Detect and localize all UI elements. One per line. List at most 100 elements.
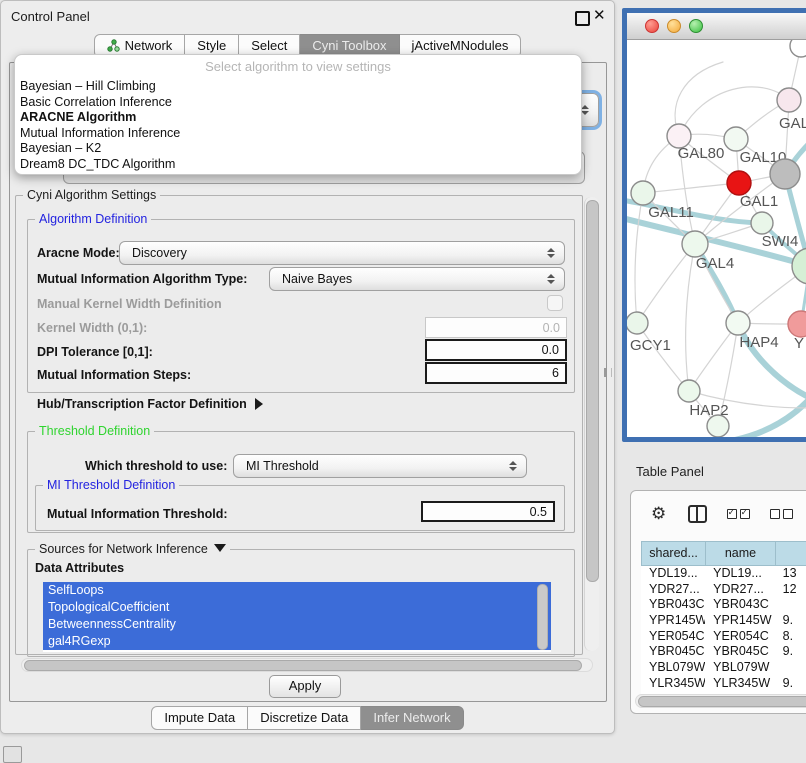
table-cell: YBR045C bbox=[641, 644, 705, 660]
aracne-mode-label: Aracne Mode: bbox=[37, 246, 120, 260]
table-cell: YLR345W bbox=[705, 676, 775, 692]
node-table: shared...name YDL19...YDL19...13YDR27...… bbox=[641, 541, 806, 707]
attribute-item-gal4rgexp[interactable]: gal4RGexp bbox=[43, 633, 551, 650]
table-row[interactable]: YPR145WYPR145W9. bbox=[641, 613, 806, 629]
network-node-hap2[interactable] bbox=[678, 380, 700, 402]
table-row[interactable]: YBR045CYBR045C9. bbox=[641, 644, 806, 660]
close-icon[interactable]: ✕ bbox=[593, 6, 606, 24]
table-cell: YBL079W bbox=[641, 660, 705, 676]
table-row[interactable]: YBL079WYBL079W bbox=[641, 660, 806, 676]
mi-threshold-field[interactable] bbox=[421, 501, 555, 522]
algorithm-definition-title: Algorithm Definition bbox=[35, 212, 151, 226]
attribute-item-betweennesscentrality[interactable]: BetweennessCentrality bbox=[43, 616, 551, 633]
column-header-2[interactable] bbox=[775, 542, 806, 565]
which-threshold-combobox[interactable]: MI Threshold bbox=[233, 454, 527, 478]
network-node-gal11[interactable] bbox=[631, 181, 655, 205]
network-node[interactable] bbox=[707, 415, 729, 437]
kernel-width-field[interactable] bbox=[425, 317, 567, 338]
data-attributes-list[interactable]: SelfLoopsTopologicalCoefficientBetweenne… bbox=[43, 582, 551, 652]
tab-discretize-data[interactable]: Discretize Data bbox=[248, 706, 361, 730]
minimize-traffic-light-icon[interactable] bbox=[667, 19, 681, 33]
network-node-gal1[interactable] bbox=[727, 171, 751, 195]
algorithm-option-bayesian-k2[interactable]: Bayesian – K2 bbox=[15, 141, 581, 157]
threshold-definition-title: Threshold Definition bbox=[35, 424, 154, 438]
gear-icon[interactable]: ⚙ bbox=[651, 504, 666, 524]
algorithm-option-aracne-algorithm[interactable]: ARACNE Algorithm bbox=[15, 110, 581, 126]
expand-right-icon bbox=[255, 398, 263, 410]
combobox-stepper-icon bbox=[504, 461, 522, 471]
table-row[interactable]: YDR27...YDR27...12 bbox=[641, 582, 806, 598]
combobox-stepper-icon bbox=[542, 274, 560, 284]
manual-kernel-checkbox[interactable] bbox=[547, 295, 563, 311]
table-cell: YPR145W bbox=[705, 613, 775, 629]
apply-button[interactable]: Apply bbox=[269, 675, 341, 698]
column-header-shared[interactable]: shared... bbox=[641, 542, 705, 565]
network-node-gal4[interactable] bbox=[682, 231, 708, 257]
node-label: GAL80 bbox=[678, 145, 725, 162]
table-row[interactable]: YLR345WYLR345W9. bbox=[641, 676, 806, 692]
cyni-bottom-tabbar: Impute DataDiscretize Data Infer Network bbox=[1, 706, 614, 730]
tab-label: Cyni Toolbox bbox=[312, 38, 386, 53]
table-cell: YBR043C bbox=[641, 597, 705, 613]
tab-impute-data[interactable]: Impute Data bbox=[151, 706, 248, 730]
table-row[interactable]: YER054CYER054C8. bbox=[641, 629, 806, 645]
table-header-row: shared...name bbox=[641, 541, 806, 566]
network-node-gal10[interactable] bbox=[724, 127, 748, 151]
table-cell: 9. bbox=[775, 613, 806, 629]
tab-label: Infer Network bbox=[373, 710, 450, 725]
network-node-swi4[interactable] bbox=[751, 212, 773, 234]
minimized-panel-icon[interactable] bbox=[3, 746, 22, 763]
settings-horizontal-scrollbar[interactable] bbox=[21, 658, 593, 672]
network-view-window[interactable]: GALGAL80GAL10GAL1GAL11SWI4GAL4HAP4YGCY1H… bbox=[622, 8, 806, 442]
tab-infer-network[interactable]: Infer Network bbox=[361, 706, 463, 730]
tab-label: Select bbox=[251, 38, 287, 53]
sources-group-title[interactable]: Sources for Network Inference bbox=[35, 542, 230, 556]
settings-vertical-scrollbar[interactable] bbox=[584, 197, 599, 651]
network-node[interactable] bbox=[790, 40, 806, 57]
manual-kernel-label: Manual Kernel Width Definition bbox=[37, 297, 222, 311]
panel-splitter-handle[interactable] bbox=[604, 368, 612, 377]
dropdown-placeholder: Select algorithm to view settings bbox=[15, 55, 581, 79]
network-edge[interactable] bbox=[637, 323, 689, 391]
list-vertical-scrollbar[interactable] bbox=[537, 584, 548, 650]
table-cell: YPR145W bbox=[641, 613, 705, 629]
select-all-checks-icon[interactable] bbox=[727, 509, 750, 519]
network-edge[interactable] bbox=[686, 244, 695, 391]
deselect-all-checks-icon[interactable] bbox=[770, 509, 793, 519]
algorithm-option-basic-correlation-inference[interactable]: Basic Correlation Inference bbox=[15, 95, 581, 111]
hub-definition-toggle[interactable]: Hub/Transcription Factor Definition bbox=[37, 397, 263, 411]
table-cell: 9. bbox=[775, 676, 806, 692]
attribute-item-selfloops[interactable]: SelfLoops bbox=[43, 582, 551, 599]
float-window-icon[interactable] bbox=[575, 11, 590, 26]
network-node-gcy1[interactable] bbox=[627, 312, 648, 334]
network-node-y[interactable] bbox=[788, 311, 806, 337]
table-toolbar: ⚙ bbox=[631, 491, 806, 537]
network-canvas[interactable]: GALGAL80GAL10GAL1GAL11SWI4GAL4HAP4YGCY1H… bbox=[627, 40, 806, 437]
table-row[interactable]: YDL19...YDL19...13 bbox=[641, 566, 806, 582]
table-row[interactable]: YBR043CYBR043C bbox=[641, 597, 806, 613]
table-horizontal-scrollbar[interactable] bbox=[635, 694, 806, 708]
attribute-item-topologicalcoefficient[interactable]: TopologicalCoefficient bbox=[43, 599, 551, 616]
algorithm-option-bayesian-hill-climbing[interactable]: Bayesian – Hill Climbing bbox=[15, 79, 581, 95]
network-node-gal[interactable] bbox=[777, 88, 801, 112]
screen: { "control_panel": { "title": "Control P… bbox=[0, 0, 806, 762]
algorithm-option-dream8-dc-tdc-algorithm[interactable]: Dream8 DC_TDC Algorithm bbox=[15, 157, 581, 173]
aracne-mode-combobox[interactable]: Discovery bbox=[119, 241, 565, 265]
algorithm-option-mutual-information-inference[interactable]: Mutual Information Inference bbox=[15, 126, 581, 142]
network-node-hap4[interactable] bbox=[726, 311, 750, 335]
mi-type-combobox[interactable]: Naive Bayes bbox=[269, 267, 565, 291]
network-edge[interactable] bbox=[635, 193, 643, 323]
column-header-name[interactable]: name bbox=[705, 542, 775, 565]
dpi-tolerance-field[interactable] bbox=[425, 339, 567, 361]
mi-threshold-label: Mutual Information Threshold: bbox=[47, 507, 228, 521]
zoom-traffic-light-icon[interactable] bbox=[689, 19, 703, 33]
data-attributes-label: Data Attributes bbox=[35, 561, 124, 575]
network-edge[interactable] bbox=[643, 183, 739, 193]
network-node[interactable] bbox=[770, 159, 800, 189]
mi-steps-field[interactable] bbox=[425, 362, 567, 384]
control-panel-window: Control Panel ✕ NetworkStyleSelectCyni T… bbox=[0, 0, 615, 734]
which-threshold-label: Which threshold to use: bbox=[85, 459, 227, 473]
table-cell: YER054C bbox=[641, 629, 705, 645]
close-traffic-light-icon[interactable] bbox=[645, 19, 659, 33]
columns-icon[interactable] bbox=[688, 505, 706, 523]
